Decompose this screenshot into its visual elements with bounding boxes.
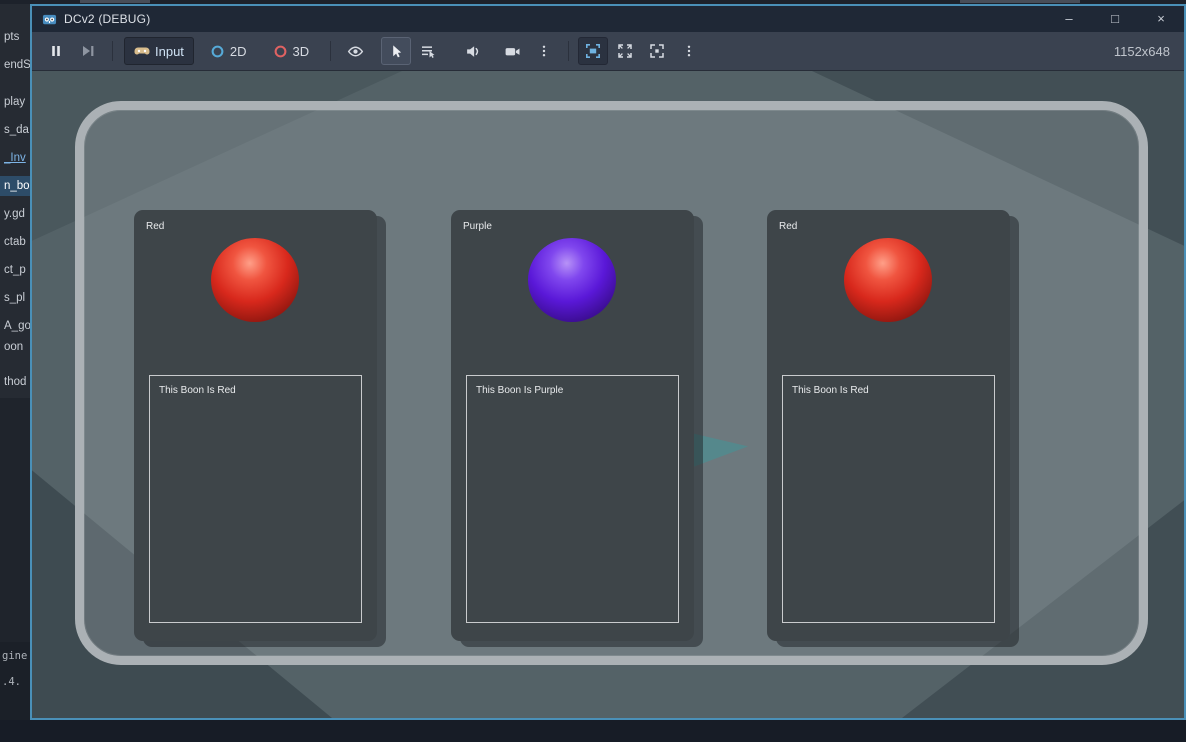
debug-toolbar: Input 2D 3D (32, 32, 1184, 71)
embed-game-toggle[interactable] (578, 37, 608, 65)
cursor-icon (389, 44, 404, 59)
editor-output-line: gine (2, 648, 30, 664)
2d-toggle[interactable]: 2D (200, 37, 257, 65)
camera-options-menu[interactable] (529, 37, 559, 65)
card-title: Purple (463, 221, 492, 232)
2d-toggle-label: 2D (230, 45, 247, 58)
toolbar-separator (330, 41, 331, 61)
editor-file-item[interactable]: ct_p (4, 260, 30, 280)
embed-options-menu[interactable] (674, 37, 704, 65)
godot-icon (42, 12, 57, 27)
expand-icon (617, 43, 633, 59)
editor-file-item[interactable]: s_da (4, 120, 30, 140)
close-button[interactable]: × (1138, 6, 1184, 32)
editor-output-line: .4. (2, 674, 30, 690)
editor-file-item[interactable]: _Inv (4, 148, 30, 168)
embed-frame-icon (585, 43, 601, 59)
boon-sphere (528, 238, 616, 322)
boon-card[interactable]: Red This Boon Is Red (134, 210, 377, 641)
next-frame-button[interactable] (73, 37, 103, 65)
card-description: This Boon Is Red (783, 376, 994, 405)
maximize-button[interactable]: □ (1092, 6, 1138, 32)
editor-file-item[interactable]: endS (4, 55, 30, 75)
boon-sphere (844, 238, 932, 322)
camera-override-button[interactable] (497, 37, 527, 65)
gamepad-icon (134, 43, 150, 59)
editor-file-item[interactable]: pts (4, 27, 30, 47)
editor-file-item[interactable]: n_bo (0, 176, 34, 196)
card-description-box: This Boon Is Purple (466, 375, 679, 623)
card-description: This Boon Is Purple (467, 376, 678, 405)
boon-card[interactable]: Purple This Boon Is Purple (451, 210, 694, 641)
3d-toggle-label: 3D (293, 45, 310, 58)
visibility-button[interactable] (340, 37, 370, 65)
window-controls: – □ × (1046, 6, 1184, 32)
card-description-box: This Boon Is Red (149, 375, 362, 623)
window-titlebar[interactable]: DCv2 (DEBUG) – □ × (32, 6, 1184, 32)
select-mode-button[interactable] (381, 37, 411, 65)
editor-lower-panel (0, 398, 30, 642)
game-viewport: Red This Boon Is Red Purple This Boon Is… (32, 71, 1184, 718)
next-frame-icon (80, 43, 96, 59)
eye-icon (347, 43, 364, 60)
2d-circle-icon (210, 44, 225, 59)
window-title: DCv2 (DEBUG) (64, 12, 150, 26)
editor-file-item[interactable]: A_go (4, 316, 30, 336)
editor-file-item[interactable]: ctab (4, 232, 30, 252)
editor-file-item[interactable]: y.gd (4, 204, 30, 224)
3d-toggle[interactable]: 3D (263, 37, 320, 65)
boon-card[interactable]: Red This Boon Is Red (767, 210, 1010, 641)
pause-icon (48, 43, 64, 59)
clipped-editor-text (80, 0, 150, 3)
audio-mute-button[interactable] (458, 37, 488, 65)
input-toggle[interactable]: Input (124, 37, 194, 65)
viewport-resolution: 1152x648 (1114, 44, 1170, 59)
vertical-dots-icon (537, 43, 551, 59)
card-title: Red (779, 221, 797, 232)
editor-file-item[interactable]: thod (4, 372, 30, 392)
boon-sphere (211, 238, 299, 322)
list-select-icon (420, 43, 436, 59)
toolbar-separator (568, 41, 569, 61)
minimize-button[interactable]: – (1046, 6, 1092, 32)
toolbar-separator (112, 41, 113, 61)
card-description: This Boon Is Red (150, 376, 361, 405)
camera-icon (504, 43, 521, 60)
card-title: Red (146, 221, 164, 232)
fullscreen-button[interactable] (642, 37, 672, 65)
vertical-dots-icon (682, 43, 696, 59)
fullscreen-icon (649, 43, 665, 59)
clipped-editor-text (960, 0, 1080, 3)
input-toggle-label: Input (155, 45, 184, 58)
screen: pts endS play s_da _Inv n_bo y.gd ctab c… (0, 0, 1186, 742)
list-select-button[interactable] (413, 37, 443, 65)
3d-circle-icon (273, 44, 288, 59)
expand-window-button[interactable] (610, 37, 640, 65)
editor-file-item[interactable]: s_pl (4, 288, 30, 308)
pause-button[interactable] (41, 37, 71, 65)
card-description-box: This Boon Is Red (782, 375, 995, 623)
debug-game-window: DCv2 (DEBUG) – □ × (30, 4, 1186, 720)
speaker-icon (465, 43, 482, 60)
editor-bottom-strip (0, 720, 1186, 742)
editor-file-item[interactable]: play (4, 92, 30, 112)
editor-file-item[interactable]: oon (4, 337, 30, 357)
